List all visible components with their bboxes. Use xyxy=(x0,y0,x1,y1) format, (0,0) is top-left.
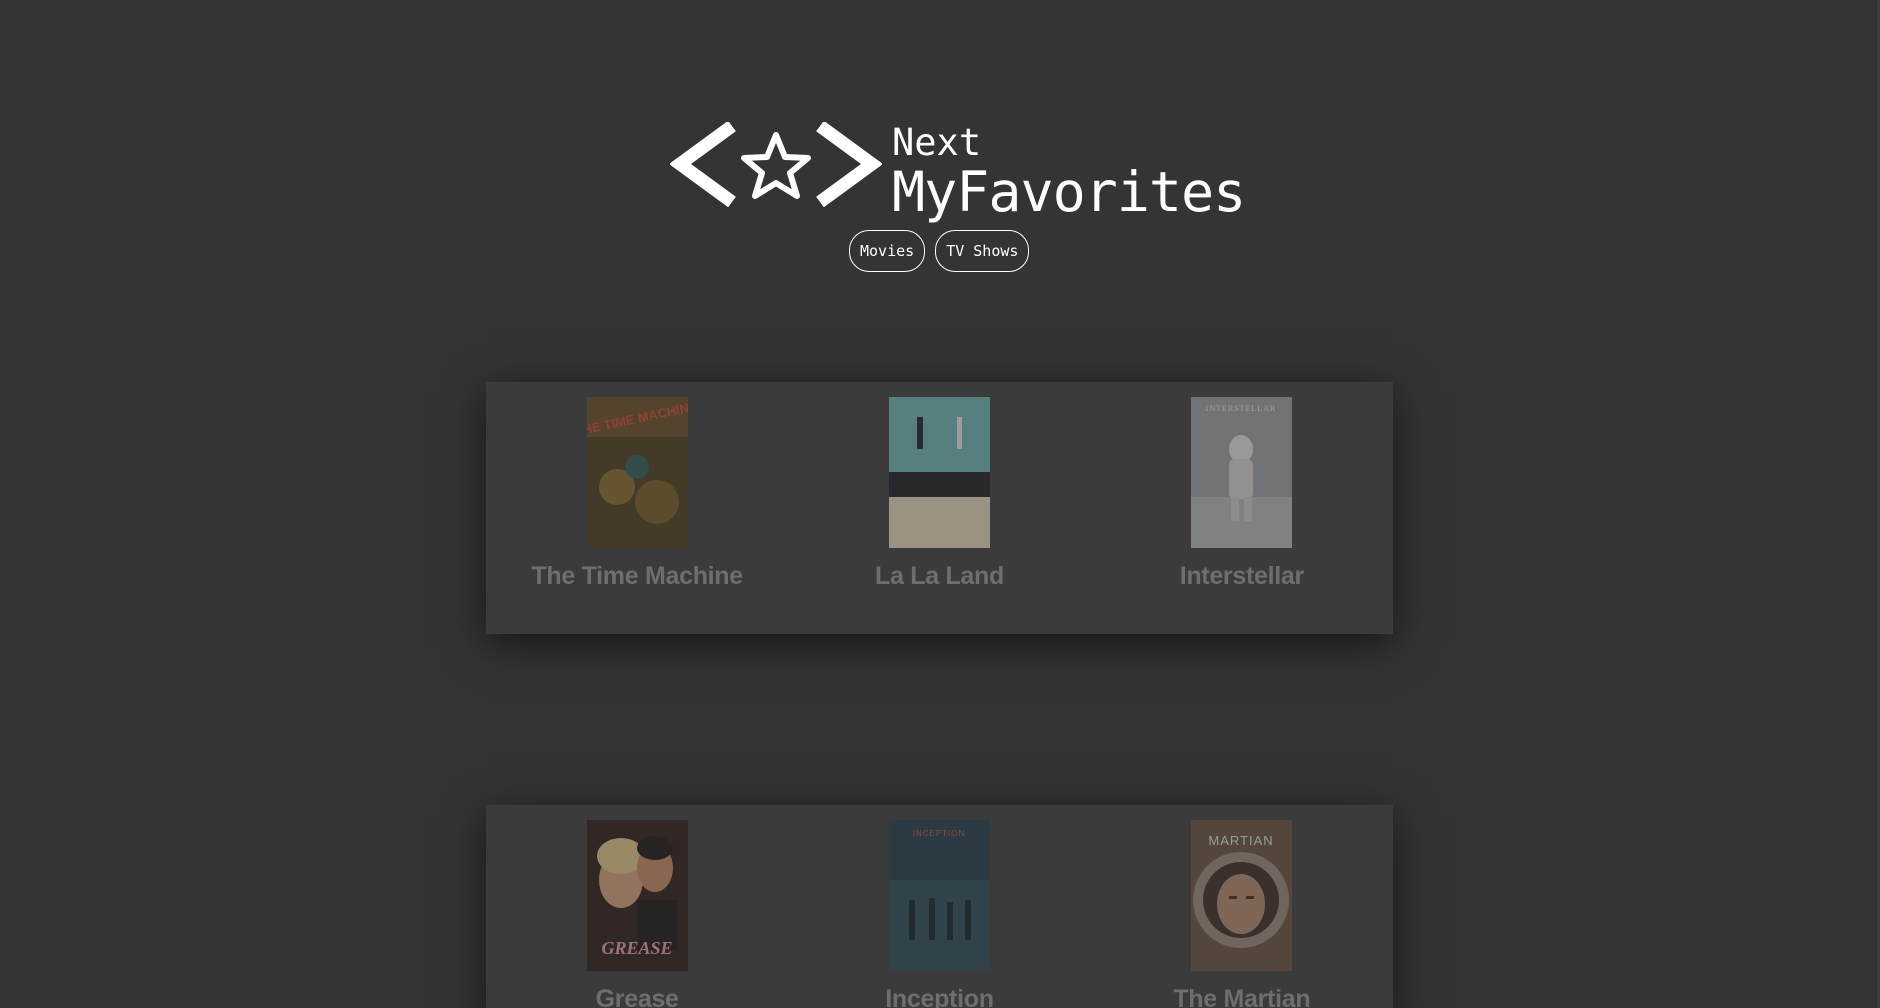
poster-title: GREASE xyxy=(601,938,672,958)
movie-item-la-la-land[interactable]: LA LA LAND La La Land xyxy=(788,397,1090,634)
poster-title: LA LA LAND xyxy=(889,478,989,497)
movie-title: The Time Machine xyxy=(531,562,743,590)
category-nav: Movies TV Shows xyxy=(849,230,1030,272)
logo-small-text: Next xyxy=(892,121,982,164)
movie-poster: LA LA LAND xyxy=(888,397,990,548)
movie-item-time-machine[interactable]: THE TIME MACHINE The Time Machine xyxy=(486,397,788,634)
movie-title: Grease xyxy=(595,985,679,1008)
movie-item-interstellar[interactable]: INTERSTELLAR Interstellar xyxy=(1091,397,1393,634)
movie-poster: MARTIAN xyxy=(1191,820,1293,971)
movie-title: Inception xyxy=(885,985,994,1008)
movie-poster: THE TIME MACHINE xyxy=(586,397,688,548)
page: Next MyFavorites Movies TV Shows THE TIM… xyxy=(0,0,1880,1008)
movie-title: Interstellar xyxy=(1179,562,1305,590)
movie-poster: INCEPTION xyxy=(888,820,990,971)
movie-item-inception[interactable]: INCEPTION Inception xyxy=(788,820,1090,1008)
movie-card-row-1: THE TIME MACHINE The Time Machine LA LA … xyxy=(486,382,1393,634)
movie-card-row-2: GREASE Grease INCEPTION Inception MARTIA… xyxy=(486,805,1393,1008)
movie-title: The Martian xyxy=(1173,985,1311,1008)
poster-title: INTERSTELLAR xyxy=(1206,404,1277,413)
movie-poster: INTERSTELLAR xyxy=(1191,397,1293,548)
star-code-logo-icon xyxy=(670,122,882,208)
movie-item-grease[interactable]: GREASE Grease xyxy=(486,820,788,1008)
site-logo[interactable]: Next MyFavorites xyxy=(670,121,1246,224)
logo-wordmark: Next MyFavorites xyxy=(892,121,1246,224)
movie-item-the-martian[interactable]: MARTIAN The Martian xyxy=(1091,820,1393,1008)
movie-title: La La Land xyxy=(875,562,1004,590)
poster-title: INCEPTION xyxy=(913,829,966,838)
tv-shows-button[interactable]: TV Shows xyxy=(935,230,1030,272)
movie-poster: GREASE xyxy=(586,820,688,971)
movies-button[interactable]: Movies xyxy=(849,230,926,272)
poster-title: MARTIAN xyxy=(1209,833,1274,848)
logo-large-text: MyFavorites xyxy=(892,160,1246,224)
